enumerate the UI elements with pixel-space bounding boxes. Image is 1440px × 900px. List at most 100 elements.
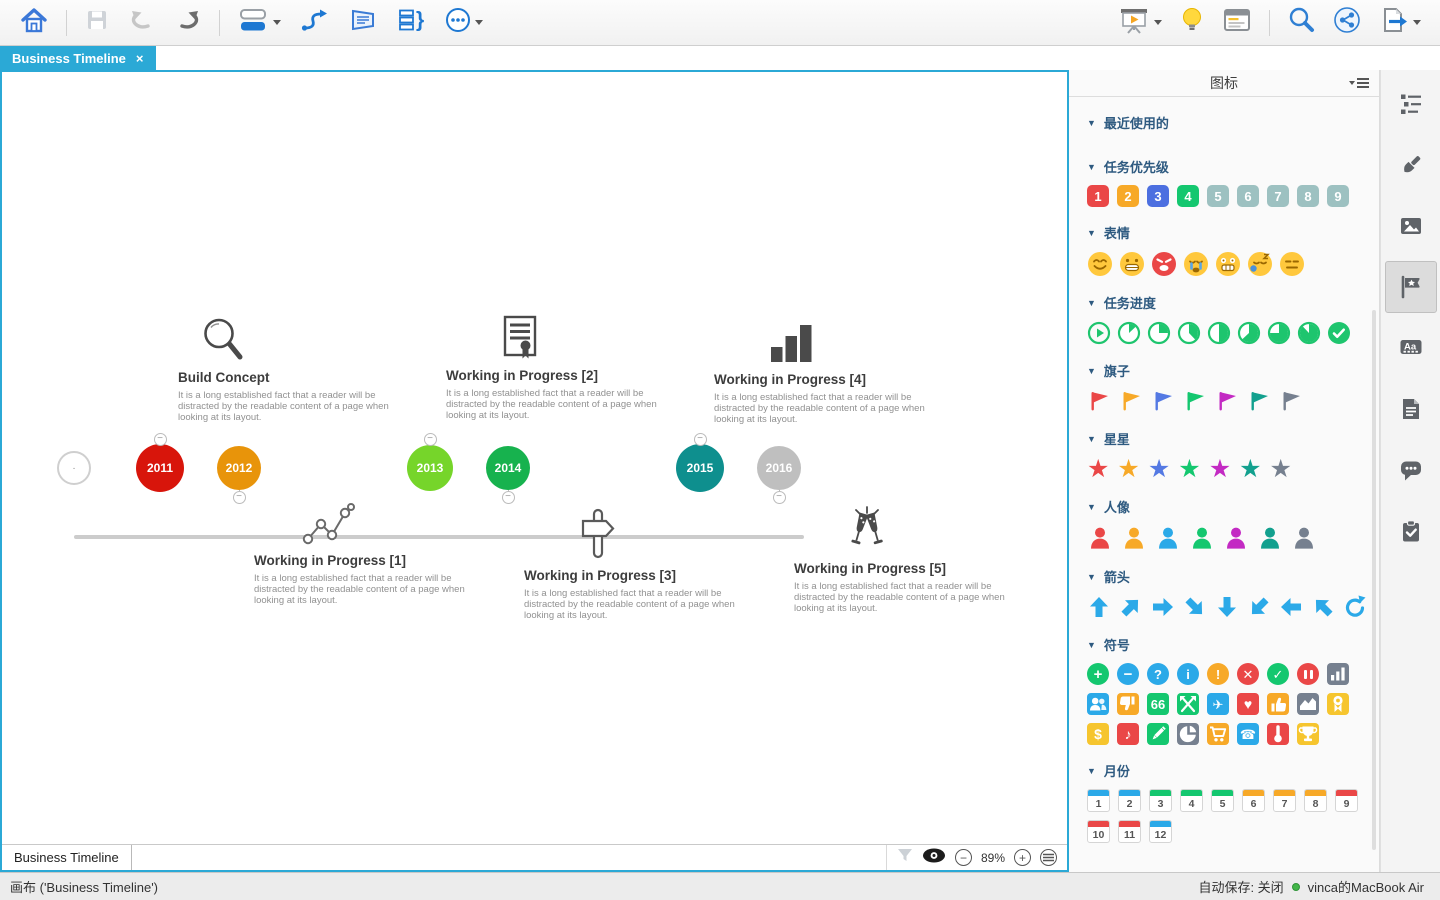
topic-block[interactable]: Build ConceptIt is a long established fa… bbox=[178, 316, 396, 423]
icon-progress-38[interactable] bbox=[1177, 321, 1201, 345]
icon-sym-pause[interactable] bbox=[1297, 663, 1319, 685]
icon-month-1[interactable]: 1 bbox=[1087, 789, 1110, 812]
tab-close-icon[interactable]: × bbox=[136, 51, 144, 66]
icon-face-smile[interactable] bbox=[1087, 251, 1113, 277]
year-node-2012[interactable]: 2012 bbox=[217, 446, 261, 490]
icon-sym-info[interactable]: i bbox=[1177, 663, 1199, 685]
icon-progress-50[interactable] bbox=[1207, 321, 1231, 345]
icon-person-gray[interactable] bbox=[1291, 525, 1317, 551]
icon-priority-8[interactable]: 8 bbox=[1297, 185, 1319, 207]
undo-button[interactable] bbox=[119, 5, 165, 41]
section-header[interactable]: ▼箭头 bbox=[1087, 567, 1379, 586]
notes-tab[interactable] bbox=[1385, 383, 1437, 435]
section-header[interactable]: ▼星星 bbox=[1087, 429, 1379, 448]
icon-month-9[interactable]: 9 bbox=[1335, 789, 1358, 812]
icon-person-magenta[interactable] bbox=[1223, 525, 1249, 551]
icon-person-orange[interactable] bbox=[1121, 525, 1147, 551]
summary-button[interactable]: } bbox=[388, 5, 436, 41]
icon-sym-plus[interactable]: + bbox=[1087, 663, 1109, 685]
icon-sym-medal[interactable] bbox=[1327, 693, 1349, 715]
icon-person-red[interactable] bbox=[1087, 525, 1113, 551]
icon-arrow-down-right[interactable] bbox=[1183, 595, 1207, 619]
canvas[interactable]: ·2011−2012−2013−2014−2015−2016− Build Co… bbox=[0, 70, 1069, 872]
comments-tab[interactable] bbox=[1385, 444, 1437, 496]
topic-block[interactable]: Working in Progress [1]It is a long esta… bbox=[254, 503, 472, 606]
icon-month-2[interactable]: 2 bbox=[1118, 789, 1141, 812]
icon-arrow-up[interactable] bbox=[1087, 595, 1111, 619]
icon-face-sleepy[interactable] bbox=[1247, 251, 1273, 277]
section-header[interactable]: ▼符号 bbox=[1087, 635, 1379, 654]
icon-progress-75[interactable] bbox=[1267, 321, 1291, 345]
section-header[interactable]: ▼表情 bbox=[1087, 223, 1379, 242]
panel-scrollbar[interactable] bbox=[1372, 310, 1376, 850]
icon-sym-heart[interactable]: ♥ bbox=[1237, 693, 1259, 715]
icon-priority-7[interactable]: 7 bbox=[1267, 185, 1289, 207]
icon-face-neutral[interactable] bbox=[1279, 251, 1305, 277]
icon-month-7[interactable]: 7 bbox=[1273, 789, 1296, 812]
icon-priority-5[interactable]: 5 bbox=[1207, 185, 1229, 207]
icon-face-grin[interactable] bbox=[1119, 251, 1145, 277]
icon-star-green[interactable]: ★ bbox=[1178, 457, 1200, 481]
icon-person-cyan[interactable] bbox=[1155, 525, 1181, 551]
section-header[interactable]: ▼旗子 bbox=[1087, 361, 1379, 380]
icon-progress-25[interactable] bbox=[1147, 321, 1171, 345]
icon-priority-6[interactable]: 6 bbox=[1237, 185, 1259, 207]
icon-sym-cart[interactable] bbox=[1207, 723, 1229, 745]
icon-priority-4[interactable]: 4 bbox=[1177, 185, 1199, 207]
icon-star-blue[interactable]: ★ bbox=[1148, 457, 1170, 481]
more-tools-button[interactable] bbox=[436, 5, 492, 41]
icon-sym-thumb-up[interactable] bbox=[1267, 693, 1289, 715]
collapse-badge[interactable]: − bbox=[694, 433, 707, 446]
icon-face-angry[interactable] bbox=[1151, 251, 1177, 277]
icon-priority-9[interactable]: 9 bbox=[1327, 185, 1349, 207]
icon-sym-thumb-down[interactable] bbox=[1117, 693, 1139, 715]
search-button[interactable] bbox=[1278, 5, 1324, 41]
icon-arrow-down-left[interactable] bbox=[1247, 595, 1271, 619]
icon-sym-plane[interactable]: ✈ bbox=[1207, 693, 1229, 715]
year-node-2014[interactable]: 2014 bbox=[486, 446, 530, 490]
icon-sym-check[interactable]: ✓ bbox=[1267, 663, 1289, 685]
icon-face-rage[interactable] bbox=[1215, 251, 1241, 277]
icon-person-teal[interactable] bbox=[1257, 525, 1283, 551]
section-header[interactable]: ▼任务优先级 bbox=[1087, 157, 1379, 176]
share-button[interactable] bbox=[1324, 5, 1370, 41]
icon-progress-63[interactable] bbox=[1237, 321, 1261, 345]
sheet-strip[interactable] bbox=[132, 845, 887, 870]
format-tab[interactable] bbox=[1385, 139, 1437, 191]
icon-sym-users[interactable] bbox=[1087, 693, 1109, 715]
icon-month-10[interactable]: 10 bbox=[1087, 820, 1110, 843]
icon-arrow-right[interactable] bbox=[1151, 595, 1175, 619]
icon-star-gray[interactable]: ★ bbox=[1270, 457, 1292, 481]
collapse-badge[interactable]: − bbox=[773, 491, 786, 504]
icon-sym-quote[interactable]: 66 bbox=[1147, 693, 1169, 715]
zoom-out-button[interactable]: − bbox=[955, 849, 972, 866]
icon-sym-phone[interactable]: ☎ bbox=[1237, 723, 1259, 745]
collapse-badge[interactable]: − bbox=[154, 433, 167, 446]
presentation-button[interactable] bbox=[1109, 5, 1171, 41]
relationship-button[interactable] bbox=[290, 5, 338, 41]
icon-flag-green[interactable] bbox=[1183, 389, 1207, 413]
icon-arrow-up-left[interactable] bbox=[1311, 595, 1335, 619]
zoom-in-button[interactable]: + bbox=[1014, 849, 1031, 866]
boundary-button[interactable] bbox=[338, 5, 388, 41]
icon-month-6[interactable]: 6 bbox=[1242, 789, 1265, 812]
timeline-start-node[interactable]: · bbox=[57, 451, 91, 485]
icon-star-orange[interactable]: ★ bbox=[1117, 457, 1139, 481]
icon-progress-13[interactable] bbox=[1117, 321, 1141, 345]
icon-sym-dollar[interactable]: $ bbox=[1087, 723, 1109, 745]
icon-progress-done[interactable] bbox=[1327, 321, 1351, 345]
icon-arrow-refresh[interactable] bbox=[1343, 595, 1367, 619]
icon-month-11[interactable]: 11 bbox=[1118, 820, 1141, 843]
icon-person-green[interactable] bbox=[1189, 525, 1215, 551]
sheet-tab[interactable]: Business Timeline bbox=[2, 845, 132, 870]
section-header[interactable]: ▼人像 bbox=[1087, 497, 1379, 516]
icon-sym-swords[interactable] bbox=[1177, 693, 1199, 715]
icon-progress-88[interactable] bbox=[1297, 321, 1321, 345]
fit-button[interactable] bbox=[1040, 849, 1057, 866]
icon-arrow-up-right[interactable] bbox=[1119, 595, 1143, 619]
outline-tab[interactable] bbox=[1385, 78, 1437, 130]
icon-sym-minus[interactable]: − bbox=[1117, 663, 1139, 685]
icon-month-4[interactable]: 4 bbox=[1180, 789, 1203, 812]
icon-flag-magenta[interactable] bbox=[1215, 389, 1239, 413]
topic-block[interactable]: Working in Progress [4]It is a long esta… bbox=[714, 322, 932, 425]
